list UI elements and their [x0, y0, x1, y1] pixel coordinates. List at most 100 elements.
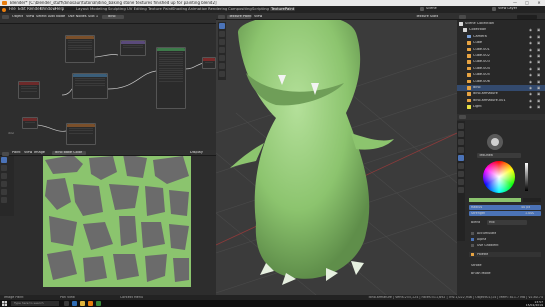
outliner-item[interactable]: dino ◉ ▣: [457, 85, 545, 91]
palette-panel[interactable]: Palette: [469, 252, 541, 257]
color-wheel[interactable]: [483, 161, 515, 193]
visibility-eye-icon[interactable]: ◉: [529, 41, 532, 45]
render-visibility-icon[interactable]: ▣: [537, 54, 540, 58]
visibility-eye-icon[interactable]: ◉: [529, 99, 532, 103]
draw-tool-icon[interactable]: [1, 157, 7, 163]
modifier-tab-icon[interactable]: [458, 179, 464, 185]
outliner-item[interactable]: Cube.004 ◉ ▣: [457, 66, 545, 72]
visibility-eye-icon[interactable]: ◉: [529, 86, 532, 90]
clone-tool-icon[interactable]: [1, 181, 7, 187]
outliner-item[interactable]: Collection ◉ ▣: [457, 27, 545, 33]
render-visibility-icon[interactable]: ▣: [537, 35, 540, 39]
node-header-select[interactable]: Select: [36, 15, 47, 19]
node-image-texture-2[interactable]: [66, 123, 96, 145]
output-tab-icon[interactable]: [458, 139, 464, 145]
clone-tool-icon[interactable]: [219, 47, 225, 53]
display-dropdown[interactable]: Display: [190, 151, 203, 155]
node-bake-image[interactable]: [72, 73, 108, 99]
image-header-view[interactable]: View: [24, 151, 32, 155]
outliner-item[interactable]: Light ◉ ▣: [457, 104, 545, 110]
editor-type-dropdown[interactable]: [2, 14, 9, 19]
outliner-item[interactable]: Scene Collection: [457, 21, 545, 27]
node-header-node[interactable]: Node: [56, 15, 65, 19]
outliner-item[interactable]: Cube.005 ◉ ▣: [457, 72, 545, 78]
blend-dropdown[interactable]: Mix: [487, 220, 527, 225]
menu-file[interactable]: File: [9, 7, 16, 11]
render-visibility-icon[interactable]: ▣: [537, 73, 540, 77]
render-visibility-icon[interactable]: ▣: [537, 80, 540, 84]
shader-node-editor[interactable]: dino: [0, 13, 216, 150]
visibility-eye-icon[interactable]: ◉: [529, 80, 532, 84]
editor-type-dropdown[interactable]: [459, 115, 466, 119]
node-header-add[interactable]: Add: [48, 15, 55, 19]
fill-tool-icon[interactable]: [1, 189, 7, 195]
strength-slider[interactable]: Strength 1.000: [469, 211, 541, 216]
value-slider[interactable]: [525, 163, 528, 191]
object-tab-icon[interactable]: [458, 171, 464, 177]
node-image-texture[interactable]: [65, 35, 95, 63]
outliner-item[interactable]: Cube.002 ◉ ▣: [457, 53, 545, 59]
world-tab-icon[interactable]: [458, 163, 464, 169]
tab-modeling[interactable]: Modeling: [90, 7, 107, 11]
brush-preview-icon[interactable]: [487, 134, 503, 150]
tab-scripting[interactable]: Scripting: [252, 7, 269, 11]
tab-sculpting[interactable]: Sculpting: [108, 7, 126, 11]
tab-layout[interactable]: Layout: [76, 7, 89, 11]
taskbar-search-input[interactable]: Type here to search: [11, 301, 59, 306]
task-view-icon[interactable]: [64, 301, 69, 306]
active-tool-tab-icon[interactable]: [458, 155, 464, 161]
use-nodes-checkbox[interactable]: Use Nodes: [68, 15, 87, 19]
render-visibility-icon[interactable]: ▣: [537, 48, 540, 52]
tool-tab-icon[interactable]: [458, 123, 464, 129]
tab-rendering[interactable]: Rendering: [208, 7, 227, 11]
material-tab-icon[interactable]: [458, 187, 464, 193]
menu-window[interactable]: Window: [40, 7, 56, 11]
node-uv-map[interactable]: [22, 117, 38, 129]
file-explorer-icon[interactable]: [80, 301, 85, 306]
blender-menu-icon[interactable]: [2, 7, 6, 12]
render-visibility-icon[interactable]: ▣: [537, 92, 540, 96]
visibility-eye-icon[interactable]: ◉: [529, 28, 532, 32]
outliner-item[interactable]: Camera ◉ ▣: [457, 34, 545, 40]
image-header-image[interactable]: Image: [34, 151, 45, 155]
tab-texturepaint-active[interactable]: TexturePaint: [270, 7, 296, 11]
accumulate-checkbox[interactable]: [471, 232, 474, 235]
edge-icon[interactable]: [72, 301, 77, 306]
texture-slots-dropdown[interactable]: Texture Slots: [416, 15, 438, 19]
windows-start-icon[interactable]: [2, 301, 7, 306]
properties-editor[interactable]: TexDraw Radius 40 px Strength 1.000 Blen…: [457, 114, 545, 295]
node-header-object[interactable]: Object: [12, 15, 23, 19]
tab-texture-paint[interactable]: Texture Paint: [148, 7, 173, 11]
editor-type-dropdown[interactable]: [459, 14, 466, 19]
visibility-eye-icon[interactable]: ◉: [529, 105, 532, 109]
render-visibility-icon[interactable]: ▣: [537, 28, 540, 32]
outliner-item[interactable]: Cube.006 ◉ ▣: [457, 79, 545, 85]
fill-tool-icon[interactable]: [219, 55, 225, 61]
render-visibility-icon[interactable]: ▣: [537, 99, 540, 103]
outliner-item[interactable]: Cube.003 ◉ ▣: [457, 59, 545, 65]
use-gradient-checkbox[interactable]: [471, 244, 474, 247]
blender-taskbar-icon[interactable]: [88, 301, 93, 306]
draw-tool-icon[interactable]: [219, 23, 225, 29]
primary-color-swatch[interactable]: [469, 198, 521, 202]
editor-type-dropdown[interactable]: [2, 151, 9, 156]
visibility-eye-icon[interactable]: ◉: [529, 35, 532, 39]
tab-shading[interactable]: Shading: [172, 7, 187, 11]
outliner[interactable]: Scene Collection Collection ◉ ▣ Camera ◉ ▣ Cube…: [457, 13, 545, 114]
3d-viewport[interactable]: [216, 13, 457, 295]
node-header-view[interactable]: View: [26, 15, 34, 19]
outliner-search-input[interactable]: [517, 14, 537, 19]
smear-tool-icon[interactable]: [219, 39, 225, 45]
smear-tool-icon[interactable]: [1, 173, 7, 179]
render-visibility-icon[interactable]: ▣: [537, 105, 540, 109]
visibility-eye-icon[interactable]: ◉: [529, 73, 532, 77]
brush-selector[interactable]: TexDraw: [477, 153, 521, 158]
outliner-item[interactable]: Cube.001 ◉ ▣: [457, 47, 545, 53]
tab-animation[interactable]: Animation: [188, 7, 207, 11]
mask-tool-icon[interactable]: [1, 197, 7, 203]
scene-tab-icon[interactable]: [458, 147, 464, 153]
render-visibility-icon[interactable]: ▣: [537, 67, 540, 71]
dino-texture-canvas[interactable]: [43, 150, 191, 287]
mask-tool-icon[interactable]: [219, 63, 225, 69]
outliner-item[interactable]: dino.armature.001 ◉ ▣: [457, 98, 545, 104]
